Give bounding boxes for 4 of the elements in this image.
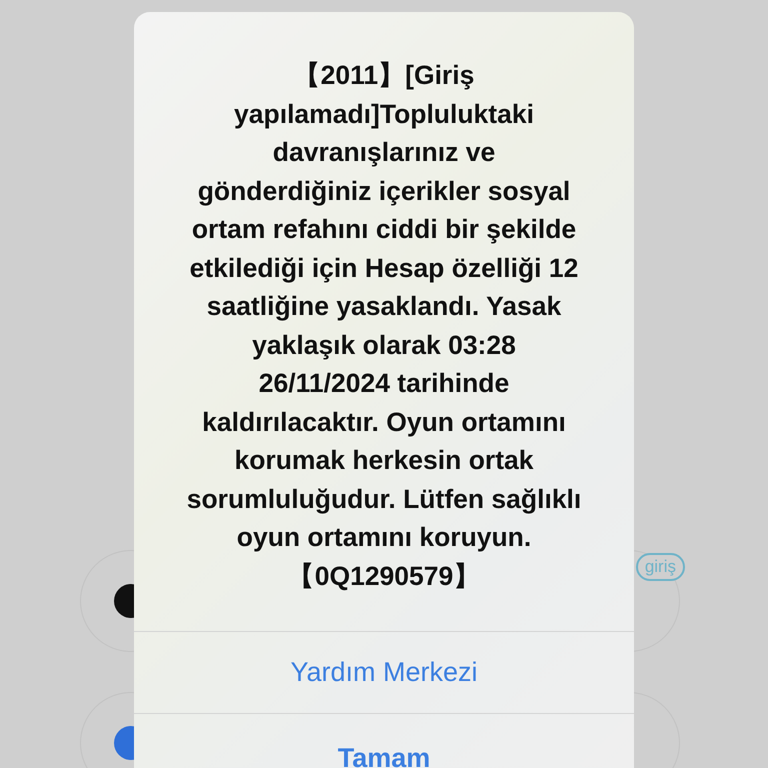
login-badge: giriş: [636, 553, 685, 581]
help-center-button[interactable]: Yardım Merkezi: [134, 631, 634, 713]
confirm-button[interactable]: Tamam: [134, 713, 634, 768]
alert-message: 【2011】[Giriş yapılamadı]Topluluktaki davranışlarınız ve gönderdiğiniz içerikler sosyal ortam refahını ciddi bir şekilde etkilediği için Hesap özelliği 12 saatliğine yasaklandı. Yasak yaklaşık olarak 03:28 26/11/2024 tarihinde kaldırılacaktır. Oyun ortamını korumak herkesin ortak sorumluluğudur. Lütfen sağlıklı oyun ortamını koruyun. 【0Q1290579】: [186, 59, 582, 592]
